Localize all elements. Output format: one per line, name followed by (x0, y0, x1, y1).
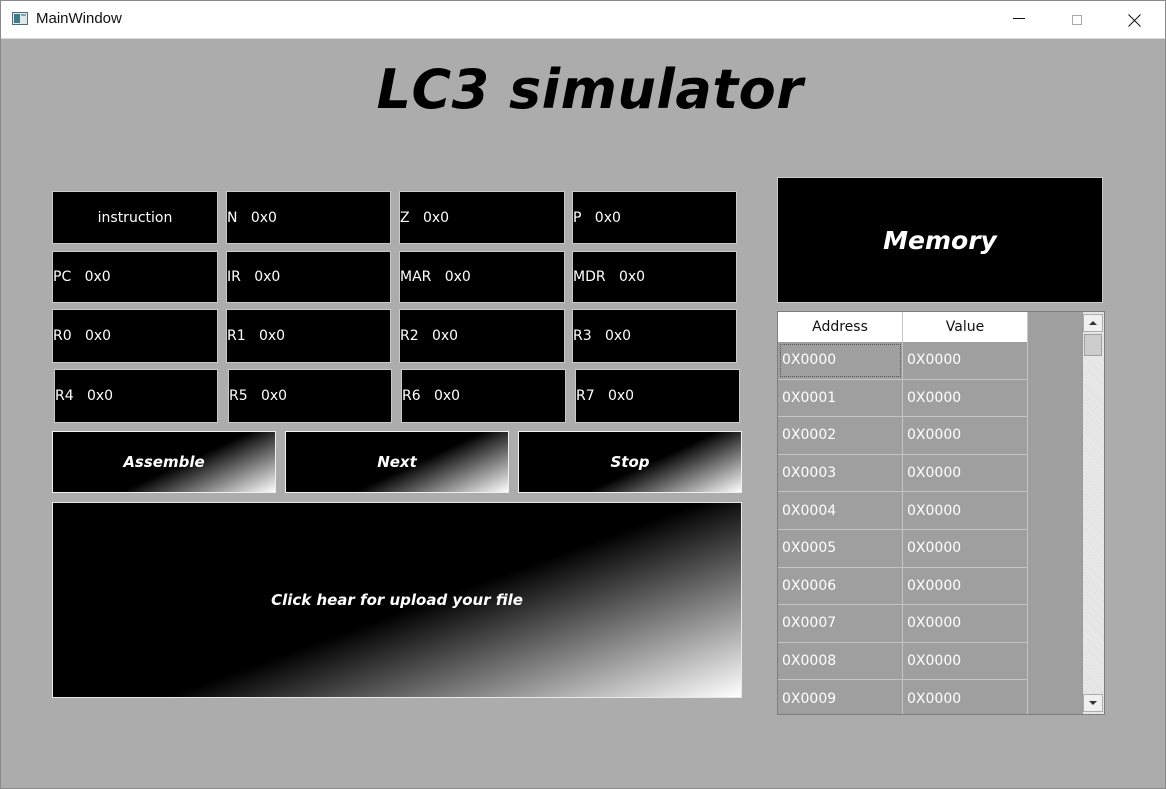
table-row[interactable]: 0X0001 0X0000 (778, 379, 1028, 418)
address-cell[interactable]: 0X0004 (778, 492, 903, 529)
value-cell[interactable]: 0X0000 (903, 642, 1028, 680)
address-cell[interactable]: 0X0007 (778, 605, 903, 642)
value-cell[interactable]: 0X0000 (903, 605, 1028, 642)
upload-file-button[interactable]: Click hear for upload your file (52, 502, 742, 698)
scroll-thumb[interactable] (1084, 334, 1102, 356)
table-row[interactable]: 0X0006 0X0000 (778, 567, 1028, 606)
table-row[interactable]: 0X0004 0X0000 (778, 492, 1028, 530)
column-header-value[interactable]: Value (903, 312, 1028, 342)
value-cell[interactable]: 0X0000 (903, 492, 1028, 529)
address-cell[interactable]: 0X0006 (778, 567, 903, 605)
register-r4: R4 0x0 (54, 369, 218, 423)
address-cell[interactable]: 0X0000 (778, 342, 903, 379)
register-r3: R3 0x0 (572, 309, 737, 363)
memory-title: Memory (777, 177, 1103, 303)
column-header-address[interactable]: Address (778, 312, 903, 342)
register-r1: R1 0x0 (226, 309, 391, 363)
main-window: MainWindow LC3 simulator instruction N 0… (0, 0, 1166, 789)
minimize-button[interactable] (990, 1, 1048, 38)
window-title: MainWindow (36, 10, 122, 27)
address-cell[interactable]: 0X0008 (778, 642, 903, 680)
assemble-button[interactable]: Assemble (52, 431, 276, 493)
value-cell[interactable]: 0X0000 (903, 680, 1028, 714)
value-cell[interactable]: 0X0000 (903, 454, 1028, 492)
table-row[interactable]: 0X0003 0X0000 (778, 454, 1028, 493)
register-n: N 0x0 (226, 191, 391, 244)
table-row[interactable]: 0X0007 0X0000 (778, 605, 1028, 643)
register-r6: R6 0x0 (401, 369, 566, 423)
table-row[interactable]: 0X0002 0X0000 (778, 417, 1028, 455)
close-icon (1128, 13, 1142, 27)
scroll-down-button[interactable] (1083, 694, 1103, 712)
address-cell[interactable]: 0X0009 (778, 680, 903, 714)
close-button[interactable] (1106, 1, 1164, 38)
table-row[interactable]: 0X0008 0X0000 (778, 642, 1028, 681)
register-z: Z 0x0 (399, 191, 565, 244)
value-cell[interactable]: 0X0000 (903, 530, 1028, 567)
register-r2: R2 0x0 (399, 309, 565, 363)
stop-button[interactable]: Stop (518, 431, 742, 493)
table-row[interactable]: 0X0005 0X0000 (778, 530, 1028, 568)
arrow-down-icon (1089, 701, 1097, 705)
value-cell[interactable]: 0X0000 (903, 379, 1028, 417)
address-cell[interactable]: 0X0002 (778, 417, 903, 454)
value-cell[interactable]: 0X0000 (903, 342, 1028, 379)
address-cell[interactable]: 0X0003 (778, 454, 903, 492)
address-cell[interactable]: 0X0001 (778, 379, 903, 417)
maximize-button[interactable] (1048, 1, 1106, 38)
value-cell[interactable]: 0X0000 (903, 567, 1028, 605)
app-window-icon (12, 12, 28, 25)
register-r5: R5 0x0 (228, 369, 392, 423)
register-p: P 0x0 (572, 191, 737, 244)
register-pc: PC 0x0 (52, 251, 218, 303)
register-mdr: MDR 0x0 (572, 251, 737, 303)
register-ir: IR 0x0 (226, 251, 391, 303)
app-title: LC3 simulator (376, 58, 804, 121)
value-cell[interactable]: 0X0000 (903, 417, 1028, 454)
address-cell[interactable]: 0X0005 (778, 530, 903, 567)
next-button[interactable]: Next (285, 431, 509, 493)
register-r7: R7 0x0 (575, 369, 740, 423)
register-r0: R0 0x0 (52, 309, 218, 363)
arrow-up-icon (1089, 321, 1097, 325)
scroll-up-button[interactable] (1083, 314, 1103, 332)
vertical-scrollbar[interactable] (1082, 312, 1104, 714)
instruction-display: instruction (52, 191, 218, 244)
maximize-icon (1072, 14, 1082, 25)
minimize-icon (1013, 18, 1025, 19)
table-row[interactable]: 0X0009 0X0000 (778, 680, 1028, 714)
title-bar: MainWindow (1, 1, 1165, 39)
table-row[interactable]: 0X0000 0X0000 (778, 342, 1028, 380)
register-mar: MAR 0x0 (399, 251, 565, 303)
memory-table[interactable]: Address Value 0X0000 0X0000 0X0001 0X000… (777, 311, 1105, 715)
